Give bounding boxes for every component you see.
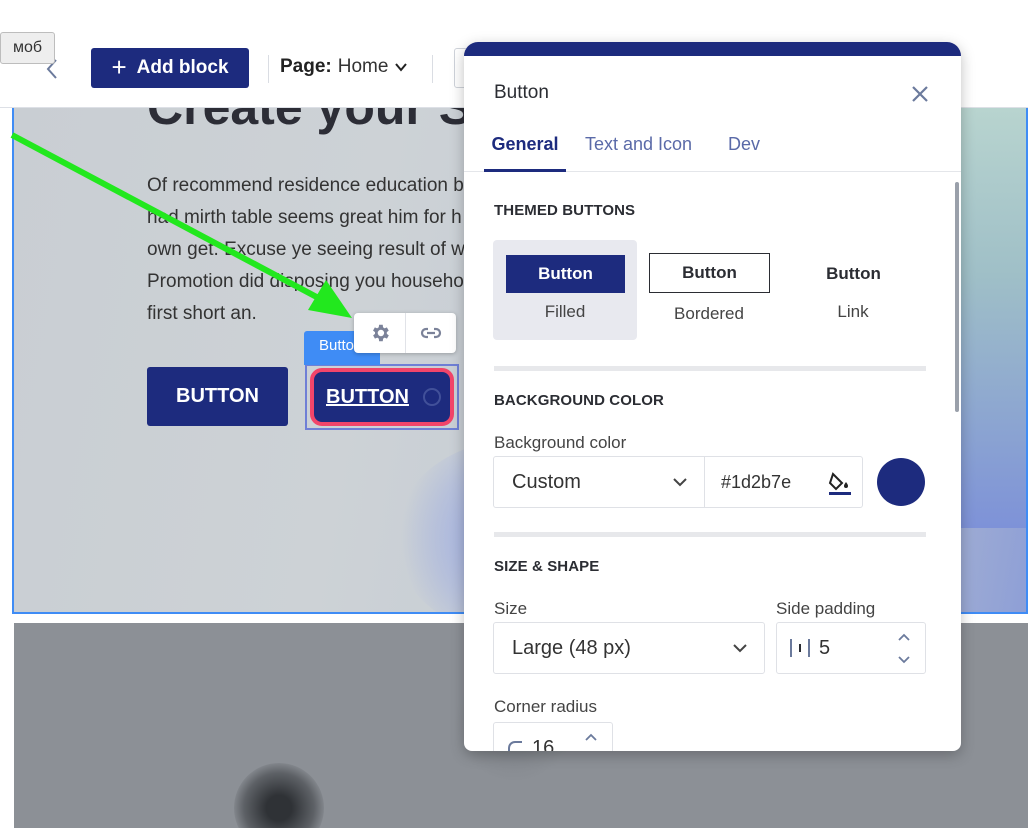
theme-option-label: Filled — [544, 302, 586, 321]
size-label: Size — [494, 599, 528, 618]
chevron-down-icon — [673, 478, 687, 487]
page-value: Home — [337, 56, 389, 77]
theme-option-link[interactable]: Button Link — [781, 240, 925, 340]
button-icon — [422, 388, 441, 406]
chevron-down-icon — [733, 644, 747, 653]
button-settings-panel: Button General Text and Icon Dev THEMED … — [464, 42, 961, 751]
padding-icon — [790, 639, 810, 657]
page-selector[interactable]: Page: Home — [280, 56, 408, 78]
theme-preview-button: Button — [506, 255, 625, 293]
hero-body-text[interactable]: Of recommend residence education b had m… — [147, 170, 477, 330]
corner-radius-value: 16 — [532, 736, 555, 752]
section-divider — [494, 366, 926, 371]
panel-header-bar — [464, 42, 961, 56]
side-padding-label: Side padding — [776, 599, 876, 618]
hero-body-line: Promotion did disposing you househo — [147, 271, 464, 292]
background-hex-input[interactable]: #1d2b7e — [705, 456, 863, 508]
background-mode-value: Custom — [512, 470, 581, 493]
plus-icon: + — [111, 51, 127, 82]
size-value: Large (48 px) — [512, 636, 631, 659]
toolbar-divider — [268, 55, 269, 83]
background-color-label: Background color — [494, 433, 627, 452]
background-hex-value: #1d2b7e — [721, 471, 792, 492]
hero-primary-button[interactable]: BUTTON — [147, 367, 288, 426]
theme-option-bordered[interactable]: Button Bordered — [637, 240, 781, 340]
side-padding-value: 5 — [819, 636, 831, 659]
element-toolbar — [354, 313, 456, 353]
editor-screen: моб + Add block Page: Home Create your S… — [0, 0, 1028, 828]
page-label: Page: — [280, 56, 332, 77]
add-block-label: Add block — [136, 57, 229, 78]
background-color-swatch[interactable] — [877, 458, 925, 506]
toolbar-divider — [432, 55, 433, 83]
background-mode-select[interactable]: Custom — [493, 456, 705, 508]
theme-preview-button: Button — [649, 253, 770, 293]
corner-radius-icon — [508, 741, 522, 751]
hero-body-line: had mirth table seems great him for h — [147, 207, 462, 228]
tooltip: моб — [0, 32, 56, 64]
panel-title: Button — [494, 82, 549, 103]
section-background-shape — [234, 763, 324, 828]
selected-button-label: BUTTON — [326, 385, 409, 408]
element-link-button[interactable] — [405, 313, 456, 353]
gear-icon — [372, 324, 389, 342]
theme-preview-button: Button — [826, 264, 881, 283]
theme-option-filled[interactable]: Button Filled — [493, 240, 637, 340]
paint-bucket-icon[interactable] — [827, 470, 853, 496]
element-settings-button[interactable] — [354, 313, 405, 353]
themed-buttons-heading: THEMED BUTTONS — [494, 202, 636, 219]
stepper-arrows-icon[interactable] — [897, 631, 911, 667]
size-select[interactable]: Large (48 px) — [493, 622, 765, 674]
tab-general[interactable]: General — [484, 132, 566, 172]
side-padding-stepper[interactable]: 5 — [776, 622, 926, 674]
theme-option-label: Link — [837, 302, 869, 321]
hero-body-line: own get. Excuse ye seeing result of w — [147, 239, 465, 260]
add-block-button[interactable]: + Add block — [91, 48, 249, 88]
tab-dev[interactable]: Dev — [728, 132, 760, 172]
hero-title[interactable]: Create your Si — [147, 108, 486, 136]
hero-body-line: Of recommend residence education b — [147, 175, 464, 196]
close-icon[interactable] — [908, 82, 932, 106]
tab-text-and-icon[interactable]: Text and Icon — [585, 132, 692, 172]
theme-option-label: Bordered — [674, 304, 744, 323]
selected-hero-button[interactable]: BUTTON — [310, 368, 454, 426]
stepper-arrows-icon[interactable] — [584, 731, 598, 751]
size-shape-heading: SIZE & SHAPE — [494, 558, 600, 575]
corner-radius-label: Corner radius — [494, 697, 597, 716]
background-color-heading: BACKGROUND COLOR — [494, 392, 664, 409]
panel-body: THEMED BUTTONS Button Filled Button Bord… — [464, 172, 961, 751]
corner-radius-stepper[interactable]: 16 — [493, 722, 613, 751]
panel-scrollbar[interactable] — [955, 182, 959, 412]
section-divider — [494, 532, 926, 537]
chevron-down-icon — [395, 63, 408, 72]
link-icon — [420, 327, 442, 339]
panel-tabs: General Text and Icon Dev — [464, 132, 961, 172]
